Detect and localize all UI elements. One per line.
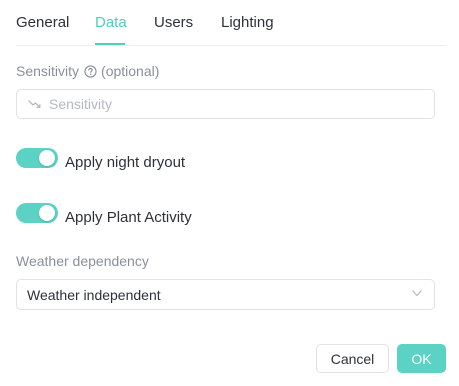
sensitivity-label: Sensitivity bbox=[16, 63, 80, 79]
active-tab-indicator bbox=[95, 43, 125, 45]
optional-hint: (optional) bbox=[101, 63, 160, 79]
tab-lighting[interactable]: Lighting bbox=[221, 14, 274, 31]
sensitivity-field[interactable] bbox=[16, 89, 435, 119]
data-settings-panel: General Data Users Lighting Sensitivity … bbox=[0, 0, 459, 386]
weather-dependency-value: Weather independent bbox=[27, 287, 161, 303]
chevron-down-icon bbox=[412, 290, 422, 297]
tab-general[interactable]: General bbox=[16, 14, 69, 31]
plant-activity-label: Apply Plant Activity bbox=[65, 208, 192, 226]
tab-data[interactable]: Data bbox=[95, 14, 127, 31]
plant-activity-row: Apply Plant Activity bbox=[16, 202, 192, 226]
night-dryout-row: Apply night dryout bbox=[16, 147, 186, 171]
weather-dependency-select[interactable]: Weather independent bbox=[16, 279, 435, 310]
trend-down-icon bbox=[28, 100, 41, 108]
tab-users[interactable]: Users bbox=[154, 14, 193, 31]
tab-bar: General Data Users Lighting bbox=[16, 0, 446, 46]
sensitivity-label-row: Sensitivity (optional) bbox=[16, 63, 159, 79]
sensitivity-input[interactable] bbox=[49, 90, 419, 118]
ok-button[interactable]: OK bbox=[397, 344, 446, 373]
night-dryout-label: Apply night dryout bbox=[65, 153, 186, 171]
toggle-knob bbox=[39, 205, 55, 221]
toggle-knob bbox=[39, 150, 55, 166]
weather-dependency-label: Weather dependency bbox=[16, 253, 149, 269]
cancel-button[interactable]: Cancel bbox=[316, 344, 389, 373]
night-dryout-toggle[interactable] bbox=[16, 148, 58, 168]
help-icon[interactable] bbox=[84, 64, 97, 78]
plant-activity-toggle[interactable] bbox=[16, 203, 58, 223]
